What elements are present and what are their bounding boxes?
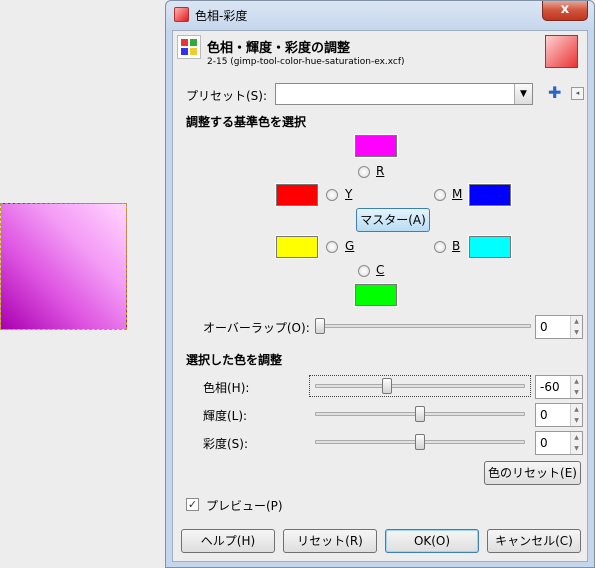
radio-b[interactable]: [434, 241, 446, 253]
swatch-y: [275, 183, 319, 207]
dialog-body: 色相・輝度・彩度の調整 2-15 (gimp-tool-color-hue-sa…: [172, 30, 588, 562]
swatch-g: [275, 235, 319, 259]
dialog-heading: 色相・輝度・彩度の調整: [207, 41, 351, 56]
radio-b-label[interactable]: B: [452, 239, 460, 253]
overlap-slider-thumb[interactable]: [315, 318, 325, 334]
swatch-b: [468, 235, 512, 259]
radio-r[interactable]: [358, 166, 370, 178]
image-name: 2-15 (gimp-tool-color-hue-saturation-ex.…: [207, 57, 405, 67]
saturation-spinner[interactable]: 0 ▲ ▼: [535, 431, 583, 455]
adjust-section-title: 選択した色を調整: [186, 353, 283, 367]
close-button[interactable]: x: [542, 1, 588, 21]
hue-label: 色相(H):: [203, 381, 250, 395]
spin-up-icon[interactable]: ▲: [570, 404, 582, 415]
preset-label: プリセット(S):: [186, 89, 268, 103]
preset-menu-icon[interactable]: ◂: [571, 87, 584, 100]
image-canvas-preview: [0, 203, 127, 330]
radio-y[interactable]: [326, 189, 338, 201]
cancel-button[interactable]: キャンセル(C): [487, 529, 581, 553]
radio-r-label[interactable]: R: [376, 164, 384, 178]
spin-down-icon[interactable]: ▼: [570, 327, 582, 338]
lightness-slider-thumb[interactable]: [415, 406, 425, 422]
radio-c-label[interactable]: C: [376, 263, 384, 277]
radio-g[interactable]: [326, 241, 338, 253]
chevron-down-icon[interactable]: ▼: [514, 84, 532, 104]
drawable-preview-swatch: [545, 35, 578, 68]
overlap-value: 0: [540, 320, 548, 334]
swatch-r: [354, 134, 398, 158]
ok-button[interactable]: OK(O): [385, 529, 479, 553]
hue-slider-track[interactable]: [315, 384, 525, 388]
saturation-value: 0: [540, 436, 548, 450]
add-preset-icon[interactable]: ✚: [548, 84, 561, 102]
overlap-spinner[interactable]: 0 ▲ ▼: [535, 315, 583, 339]
radio-y-label[interactable]: Y: [345, 187, 352, 201]
checkmark-icon: ✓: [187, 498, 198, 511]
spin-down-icon[interactable]: ▼: [570, 387, 582, 398]
lightness-spinner[interactable]: 0 ▲ ▼: [535, 403, 583, 427]
reset-color-button[interactable]: 色のリセット(E): [484, 461, 581, 485]
app-icon: [174, 7, 189, 22]
reset-button[interactable]: リセット(R): [283, 529, 377, 553]
radio-m-label[interactable]: M: [452, 187, 462, 201]
hue-spinner[interactable]: -60 ▲ ▼: [535, 375, 583, 399]
lightness-value: 0: [540, 408, 548, 422]
spin-up-icon[interactable]: ▲: [570, 376, 582, 387]
preview-checkbox[interactable]: ✓: [186, 498, 199, 511]
spin-up-icon[interactable]: ▲: [570, 432, 582, 443]
preset-combo[interactable]: ▼: [275, 83, 533, 105]
hue-slider-thumb[interactable]: [381, 378, 392, 394]
radio-c[interactable]: [358, 265, 370, 277]
overlap-label: オーバーラップ(O):: [203, 321, 310, 335]
overlap-slider-track[interactable]: [315, 324, 531, 328]
select-color-section-title: 調整する基準色を選択: [186, 115, 307, 129]
spin-down-icon[interactable]: ▼: [570, 415, 582, 426]
radio-g-label[interactable]: G: [345, 239, 354, 253]
spin-up-icon[interactable]: ▲: [570, 316, 582, 327]
spin-down-icon[interactable]: ▼: [570, 443, 582, 454]
help-button[interactable]: ヘルプ(H): [181, 529, 275, 553]
saturation-label: 彩度(S):: [203, 437, 249, 451]
preview-label[interactable]: プレビュー(P): [206, 497, 283, 514]
master-button[interactable]: マスター(A): [356, 208, 430, 232]
window-title: 色相-彩度: [195, 9, 248, 23]
hue-value: -60: [540, 380, 560, 394]
lightness-label: 輝度(L):: [203, 409, 248, 423]
radio-m[interactable]: [434, 189, 446, 201]
hue-saturation-dialog: 色相-彩度 x 色相・輝度・彩度の調整 2-15 (gimp-tool-colo…: [165, 0, 595, 568]
saturation-slider-thumb[interactable]: [415, 434, 425, 450]
title-bar[interactable]: 色相-彩度 x: [166, 1, 594, 29]
swatch-c: [354, 283, 398, 307]
swatch-m: [468, 183, 512, 207]
hue-saturation-tool-icon: [177, 35, 201, 59]
